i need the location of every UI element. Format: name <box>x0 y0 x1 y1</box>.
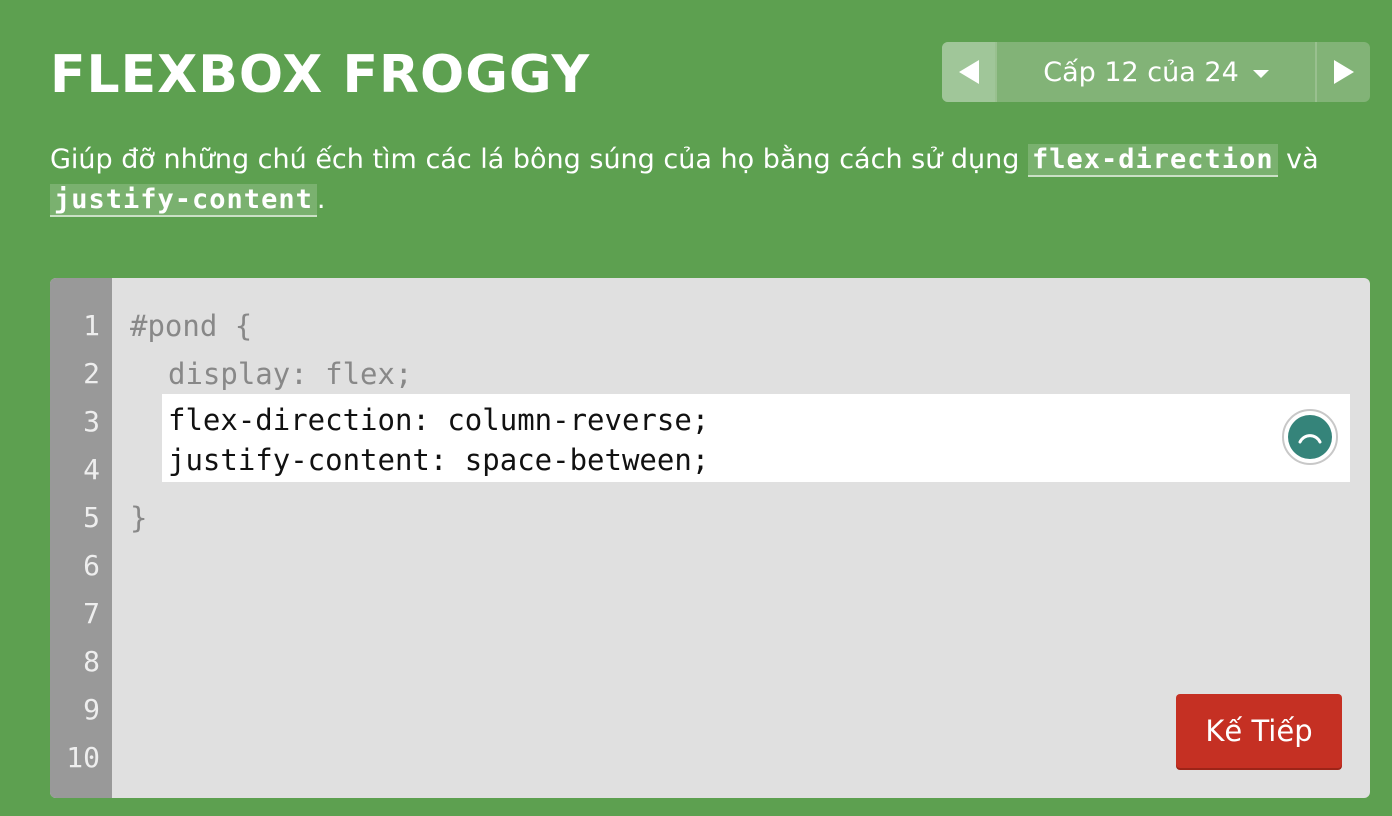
previous-level-button[interactable] <box>942 42 995 102</box>
answer-input-box: flex-direction: column-reverse; justify-… <box>162 394 1350 482</box>
next-level-button[interactable] <box>1315 42 1370 102</box>
line-number: 6 <box>83 549 100 582</box>
level-indicator-text: Cấp 12 của 24 <box>1043 56 1239 88</box>
level-selector[interactable]: Cấp 12 của 24 <box>995 42 1315 102</box>
loading-spinner <box>1282 409 1338 465</box>
arrow-left-icon <box>958 60 979 84</box>
instructions-text-before: Giúp đỡ những chú ếch tìm các lá bông sú… <box>50 144 1028 175</box>
instructions: Giúp đỡ những chú ếch tìm các lá bông sú… <box>50 140 1340 220</box>
instructions-text-between: và <box>1277 144 1319 175</box>
instructions-text-after: . <box>316 184 326 215</box>
line-number: 4 <box>83 453 100 486</box>
line-number: 10 <box>66 741 100 774</box>
line-number: 3 <box>83 405 100 438</box>
css-answer-input[interactable]: flex-direction: column-reverse; justify-… <box>168 400 1248 480</box>
keyword-flex-direction[interactable]: flex-direction <box>1028 144 1278 177</box>
next-button[interactable]: Kế Tiếp <box>1176 694 1342 768</box>
line-number: 7 <box>83 597 100 630</box>
page-title: FLEXBOX FROGGY <box>50 45 591 105</box>
caret-down-icon <box>1252 70 1269 78</box>
level-navigation: Cấp 12 của 24 <box>942 42 1370 102</box>
css-editor: 1 2 3 4 5 6 7 8 9 10 #pond { display: fl… <box>50 278 1370 798</box>
code-line-display: display: flex; <box>168 357 413 391</box>
line-number: 9 <box>83 693 100 726</box>
line-number: 2 <box>83 357 100 390</box>
arrow-right-icon <box>1333 60 1354 84</box>
line-number: 1 <box>83 309 100 342</box>
line-number-gutter: 1 2 3 4 5 6 7 8 9 10 <box>50 278 112 798</box>
keyword-justify-content[interactable]: justify-content <box>50 184 317 217</box>
code-line-selector: #pond { <box>130 309 253 343</box>
flexbox-froggy-page: FLEXBOX FROGGY Cấp 12 của 24 Giúp đỡ nhữ… <box>0 0 1392 816</box>
line-number: 5 <box>83 501 100 534</box>
loading-spinner-icon <box>1288 415 1332 459</box>
line-number: 8 <box>83 645 100 678</box>
code-line-closing-brace: } <box>130 501 148 535</box>
